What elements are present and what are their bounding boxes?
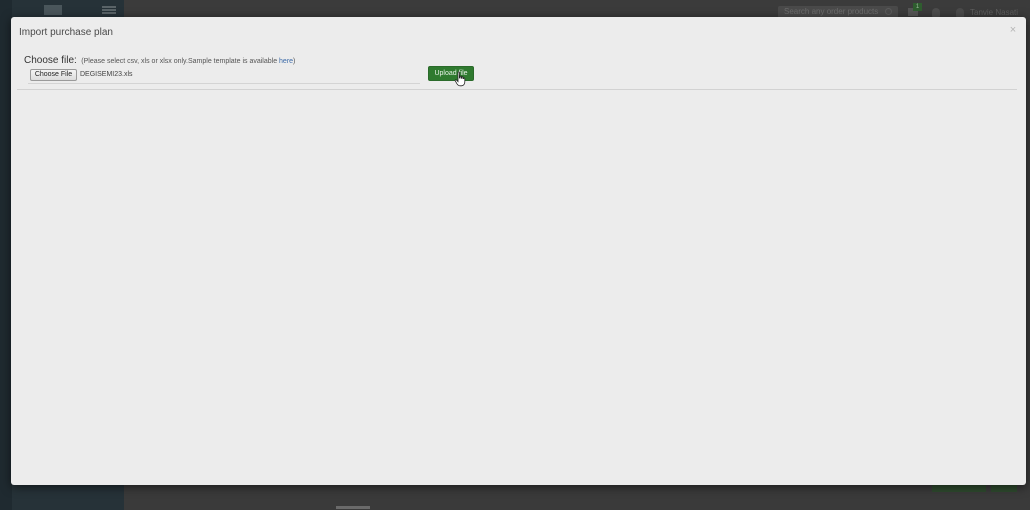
upload-file-button[interactable]: Upload file: [428, 66, 474, 81]
sample-template-link[interactable]: here: [279, 58, 293, 65]
choose-file-row: Choose file: (Please select csv, xls or …: [24, 50, 295, 68]
close-icon[interactable]: ×: [1007, 24, 1019, 36]
app-bottom-scroll-indicator: [336, 506, 370, 509]
app-bottom-button-secondary: [991, 484, 1017, 492]
modal-divider: [17, 89, 1017, 90]
menu-icon: [102, 6, 116, 14]
app-bottom-button-primary: [932, 484, 986, 492]
choose-file-hint: (Please select csv, xls or xlsx only.Sam…: [81, 58, 280, 65]
import-purchase-plan-modal: Import purchase plan × Choose file: (Ple…: [11, 17, 1026, 485]
hand-pointer-icon: [454, 71, 466, 87]
search-icon: [885, 8, 892, 15]
modal-title: Import purchase plan: [19, 27, 113, 38]
choose-file-label: Choose file:: [24, 55, 77, 66]
user-icon: [956, 8, 964, 17]
choose-file-button[interactable]: Choose File: [30, 69, 77, 81]
selected-file-name: DEGISEMI23.xls: [80, 71, 133, 78]
choose-file-hint-end: ): [293, 58, 296, 65]
cart-badge: 1: [913, 3, 922, 11]
app-user-name: Tanvie Nasati: [970, 8, 1019, 17]
bell-icon: [932, 8, 940, 17]
file-input[interactable]: Choose File DEGISEMI23.xls: [28, 67, 420, 84]
app-search-placeholder: Search any order products: [784, 7, 879, 16]
app-logo: [44, 5, 62, 15]
